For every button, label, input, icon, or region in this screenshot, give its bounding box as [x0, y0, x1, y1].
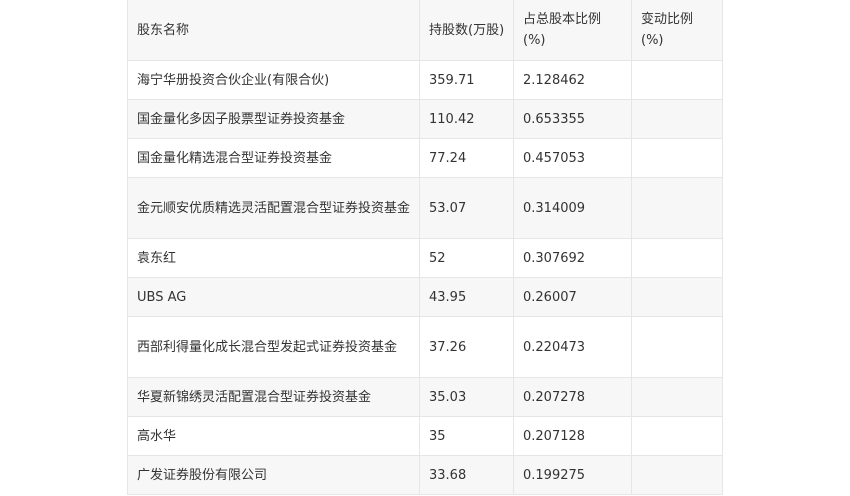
shareholder-table: 股东名称 持股数(万股) 占总股本比例(%) 变动比例(%) 海宁华册投资合伙企…: [127, 0, 723, 495]
shareholder-name: 国金量化精选混合型证券投资基金: [127, 138, 420, 178]
shareholder-name: 金元顺安优质精选灵活配置混合型证券投资基金: [127, 177, 420, 239]
table-header-row: 股东名称 持股数(万股) 占总股本比例(%) 变动比例(%): [127, 0, 723, 61]
shareholder-name: UBS AG: [127, 277, 420, 317]
share-ratio: 0.653355: [513, 99, 632, 139]
share-ratio: 2.128462: [513, 60, 632, 100]
share-ratio: 0.220473: [513, 316, 632, 378]
share-ratio: 0.457053: [513, 138, 632, 178]
table-row: 高水华 35 0.207128: [127, 416, 723, 456]
header-change-ratio: 变动比例(%): [631, 0, 723, 61]
shares-held: 37.26: [419, 316, 514, 378]
table-row: 袁东红 52 0.307692: [127, 238, 723, 278]
change-ratio: [631, 316, 723, 378]
share-ratio: 0.307692: [513, 238, 632, 278]
change-ratio: [631, 177, 723, 239]
change-ratio: [631, 455, 723, 495]
shares-held: 35: [419, 416, 514, 456]
table-row: 金元顺安优质精选灵活配置混合型证券投资基金 53.07 0.314009: [127, 177, 723, 239]
shareholder-name: 西部利得量化成长混合型发起式证券投资基金: [127, 316, 420, 378]
change-ratio: [631, 377, 723, 417]
share-ratio: 0.314009: [513, 177, 632, 239]
table-row: 国金量化精选混合型证券投资基金 77.24 0.457053: [127, 138, 723, 178]
shareholder-name: 广发证券股份有限公司: [127, 455, 420, 495]
shareholder-name: 华夏新锦绣灵活配置混合型证券投资基金: [127, 377, 420, 417]
change-ratio: [631, 99, 723, 139]
table-row: 国金量化多因子股票型证券投资基金 110.42 0.653355: [127, 99, 723, 139]
shares-held: 359.71: [419, 60, 514, 100]
share-ratio: 0.26007: [513, 277, 632, 317]
table-row: UBS AG 43.95 0.26007: [127, 277, 723, 317]
change-ratio: [631, 60, 723, 100]
shares-held: 52: [419, 238, 514, 278]
header-shares-held: 持股数(万股): [419, 0, 514, 61]
shares-held: 35.03: [419, 377, 514, 417]
header-shareholder-name: 股东名称: [127, 0, 420, 61]
shareholder-table-container: 股东名称 持股数(万股) 占总股本比例(%) 变动比例(%) 海宁华册投资合伙企…: [127, 0, 723, 495]
change-ratio: [631, 238, 723, 278]
change-ratio: [631, 277, 723, 317]
header-share-ratio: 占总股本比例(%): [513, 0, 632, 61]
shareholder-name: 海宁华册投资合伙企业(有限合伙): [127, 60, 420, 100]
shares-held: 77.24: [419, 138, 514, 178]
change-ratio: [631, 416, 723, 456]
shares-held: 43.95: [419, 277, 514, 317]
table-row: 华夏新锦绣灵活配置混合型证券投资基金 35.03 0.207278: [127, 377, 723, 417]
shareholder-name: 袁东红: [127, 238, 420, 278]
shares-held: 33.68: [419, 455, 514, 495]
share-ratio: 0.207278: [513, 377, 632, 417]
table-row: 西部利得量化成长混合型发起式证券投资基金 37.26 0.220473: [127, 316, 723, 378]
table-row: 广发证券股份有限公司 33.68 0.199275: [127, 455, 723, 495]
share-ratio: 0.207128: [513, 416, 632, 456]
shares-held: 53.07: [419, 177, 514, 239]
shares-held: 110.42: [419, 99, 514, 139]
share-ratio: 0.199275: [513, 455, 632, 495]
change-ratio: [631, 138, 723, 178]
table-row: 海宁华册投资合伙企业(有限合伙) 359.71 2.128462: [127, 60, 723, 100]
shareholder-name: 高水华: [127, 416, 420, 456]
shareholder-name: 国金量化多因子股票型证券投资基金: [127, 99, 420, 139]
